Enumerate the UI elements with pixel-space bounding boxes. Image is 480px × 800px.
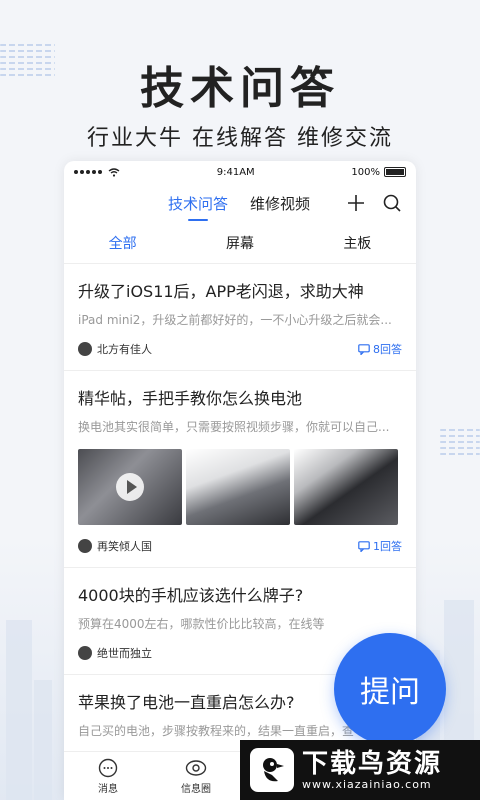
list-item[interactable]: 精华帖，手把手教你怎么换电池 换电池其实很简单，只需要按照视频步骤，你就可以自己… — [64, 371, 416, 568]
post-title: 4000块的手机应该选什么牌子? — [78, 586, 304, 605]
post-title: 升级了iOS11后，APP老闪退，求助大神 — [78, 282, 364, 301]
post-excerpt: 换电池其实很简单，只需要按照视频步骤，你就可以自己... — [78, 420, 390, 434]
bird-logo-icon — [250, 748, 294, 792]
avatar — [78, 539, 92, 553]
post-image[interactable] — [294, 449, 398, 525]
author-name: 北方有佳人 — [97, 343, 152, 356]
building-silhouette — [6, 620, 32, 800]
eye-icon — [185, 759, 207, 776]
building-silhouette — [34, 680, 52, 800]
subtab-screen[interactable]: 屏幕 — [181, 225, 298, 263]
answer-count[interactable]: 1回答 — [358, 538, 402, 554]
post-image-video[interactable] — [78, 449, 182, 525]
author-name: 再笑倾人国 — [97, 540, 152, 553]
answer-count-label: 8回答 — [373, 343, 402, 356]
subtab-all[interactable]: 全部 — [64, 225, 181, 263]
subtab-motherboard[interactable]: 主板 — [299, 225, 416, 263]
promo-title: 技术问答 — [140, 63, 340, 114]
post-author[interactable]: 北方有佳人 — [78, 341, 152, 357]
comment-icon — [358, 540, 370, 552]
promo-subtitle: 行业大牛 在线解答 维修交流 — [87, 126, 393, 151]
wifi-icon — [108, 167, 120, 177]
status-time: 9:41AM — [216, 166, 255, 178]
ask-question-button[interactable]: 提问 — [334, 633, 446, 745]
watermark-banner: 下载鸟资源 www.xiazainiao.com — [240, 740, 480, 800]
comment-icon — [358, 343, 370, 355]
post-author[interactable]: 绝世而独立 — [78, 645, 152, 661]
watermark-url: www.xiazainiao.com — [302, 777, 432, 791]
avatar — [78, 342, 92, 356]
plus-icon[interactable] — [346, 193, 366, 213]
battery-percent: 100% — [351, 166, 380, 178]
tab-tech-qa[interactable]: 技术问答 — [168, 193, 228, 221]
answer-count-label: 1回答 — [373, 540, 402, 553]
chat-bubble-icon — [98, 758, 118, 777]
play-icon[interactable] — [116, 473, 144, 501]
list-item[interactable]: 升级了iOS11后，APP老闪退，求助大神 iPad mini2，升级之前都好好… — [64, 264, 416, 371]
nav-item-feed[interactable]: 信息圈 — [152, 752, 240, 800]
answer-count[interactable]: 8回答 — [358, 341, 402, 357]
signal-icon — [74, 167, 120, 177]
post-excerpt: iPad mini2，升级之前都好好的，一不小心升级之后就会... — [78, 313, 392, 327]
wave-decoration — [440, 425, 480, 459]
top-nav: 技术问答 维修视频 — [64, 183, 416, 225]
author-name: 绝世而独立 — [97, 647, 152, 660]
post-image[interactable] — [186, 449, 290, 525]
search-icon[interactable] — [382, 193, 402, 213]
post-excerpt: 预算在4000左右，哪款性价比比较高，在线等 — [78, 617, 325, 631]
avatar — [78, 646, 92, 660]
battery-icon — [384, 167, 406, 177]
post-title: 精华帖，手把手教你怎么换电池 — [78, 389, 303, 408]
watermark-name: 下载鸟资源 — [302, 748, 443, 779]
sub-tabs: 全部 屏幕 主板 — [64, 225, 416, 264]
status-bar: 9:41AM 100% — [64, 161, 416, 183]
nav-label: 信息圈 — [181, 783, 211, 795]
post-author[interactable]: 再笑倾人国 — [78, 538, 152, 554]
nav-label: 消息 — [98, 783, 118, 795]
post-images — [78, 449, 402, 525]
nav-item-messages[interactable]: 消息 — [64, 752, 152, 800]
tab-repair-videos[interactable]: 维修视频 — [250, 193, 310, 214]
